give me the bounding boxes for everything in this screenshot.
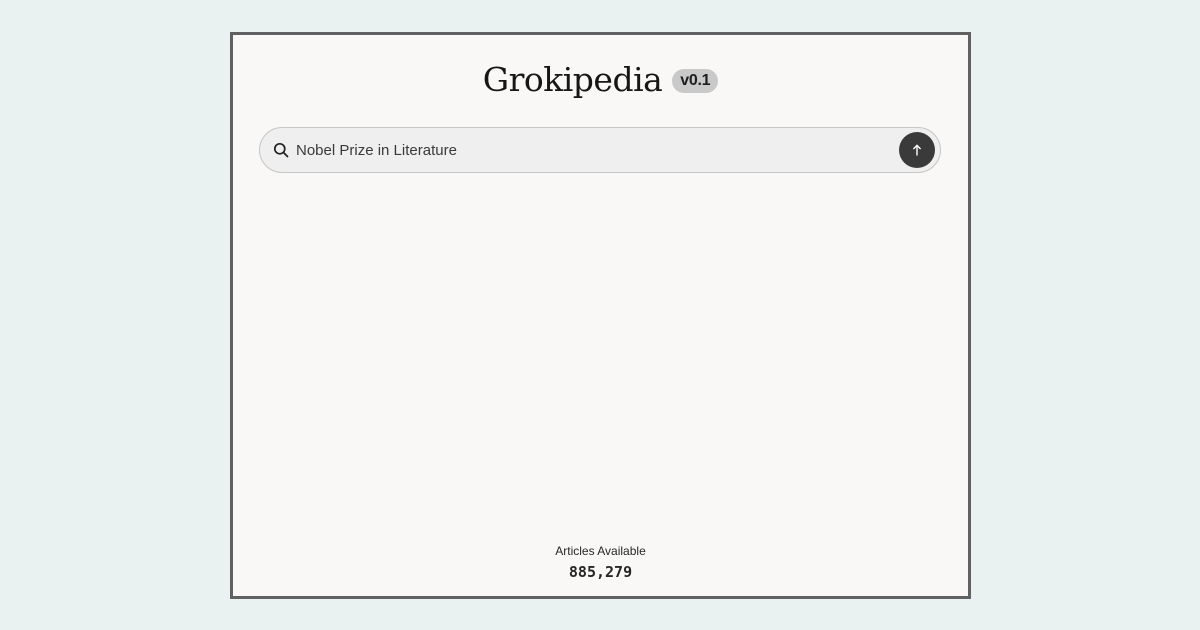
arrow-up-icon — [913, 144, 921, 156]
articles-count: 885,279 — [568, 563, 633, 581]
site-logo[interactable]: Grokipedia — [483, 63, 663, 96]
search-icon — [271, 140, 291, 160]
article-stats: Articles Available 885,279 — [233, 544, 968, 580]
articles-available-label: Articles Available — [555, 544, 646, 558]
search-input[interactable] — [296, 135, 899, 165]
browser-frame: Grokipedia v0.1 Articles Available 885,2… — [230, 32, 971, 599]
search-bar[interactable] — [259, 127, 941, 173]
version-badge: v0.1 — [672, 69, 719, 93]
submit-search-button[interactable] — [899, 132, 935, 168]
header: Grokipedia v0.1 — [233, 57, 968, 101]
